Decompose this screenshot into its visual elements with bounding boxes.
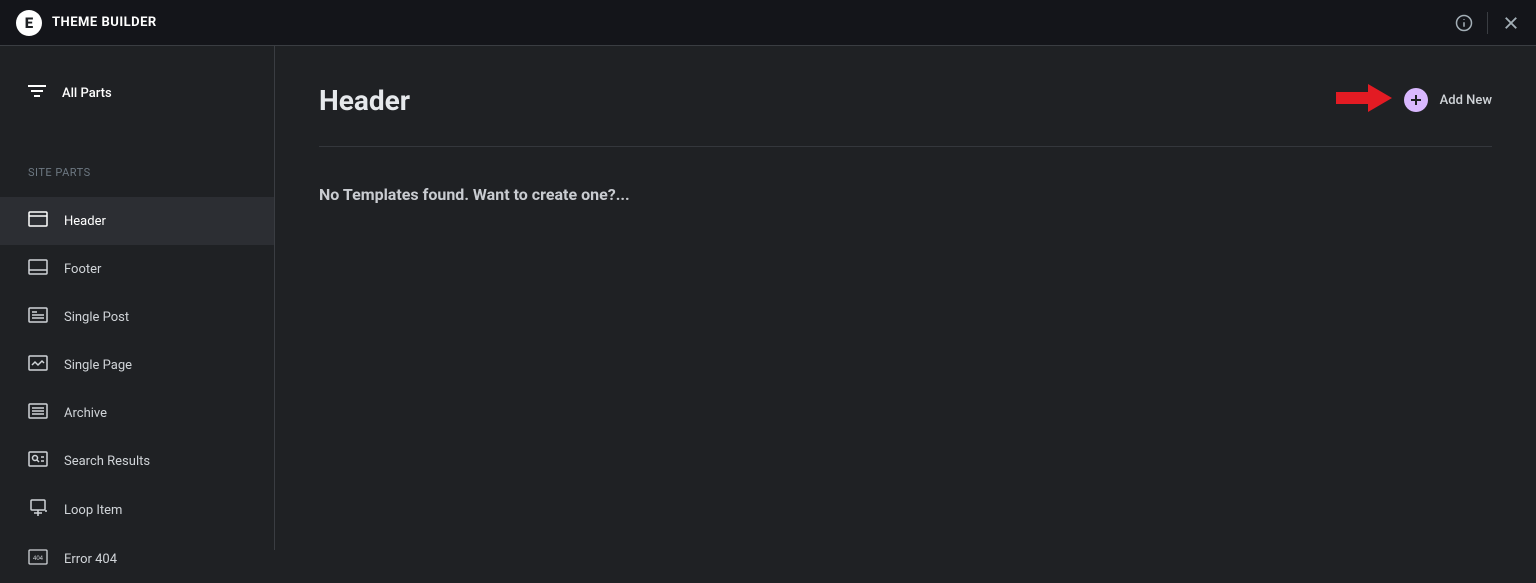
sidebar-item-label: Loop Item — [64, 503, 122, 518]
page-title: Header — [319, 84, 410, 117]
error-404-icon: 404 — [28, 549, 48, 569]
topbar-right — [1455, 12, 1520, 34]
sidebar-item-label: Footer — [64, 262, 101, 277]
sidebar-item-label: Error 404 — [64, 552, 117, 567]
all-parts-button[interactable]: All Parts — [0, 68, 274, 118]
elementor-logo[interactable]: E — [16, 10, 42, 36]
sidebar-item-error-404[interactable]: 404 Error 404 — [0, 535, 274, 583]
header-icon — [28, 211, 48, 231]
page-icon — [28, 355, 48, 375]
sidebar: All Parts SITE PARTS Header Footer — [0, 46, 275, 550]
plus-icon — [1404, 88, 1428, 112]
sidebar-item-label: Header — [64, 214, 106, 229]
main-content: Header Add New No — [275, 46, 1536, 550]
sidebar-item-footer[interactable]: Footer — [0, 245, 274, 293]
add-new-wrap: Add New — [1336, 82, 1492, 118]
sidebar-item-loop-item[interactable]: Loop Item — [0, 485, 274, 535]
empty-state-text: No Templates found. Want to create one?.… — [319, 147, 1492, 204]
archive-icon — [28, 403, 48, 423]
close-icon[interactable] — [1502, 14, 1520, 32]
topbar-left: E THEME BUILDER — [16, 10, 157, 36]
sidebar-item-label: Single Page — [64, 358, 132, 373]
topbar: E THEME BUILDER — [0, 0, 1536, 46]
sidebar-item-single-post[interactable]: Single Post — [0, 293, 274, 341]
footer-icon — [28, 259, 48, 279]
sidebar-item-search-results[interactable]: Search Results — [0, 437, 274, 485]
layout: All Parts SITE PARTS Header Footer — [0, 46, 1536, 550]
sidebar-item-archive[interactable]: Archive — [0, 389, 274, 437]
topbar-title: THEME BUILDER — [52, 15, 157, 30]
add-new-label: Add New — [1440, 93, 1492, 108]
svg-text:404: 404 — [33, 556, 44, 562]
post-icon — [28, 307, 48, 327]
add-new-button[interactable]: Add New — [1404, 88, 1492, 112]
help-icon[interactable] — [1455, 14, 1473, 32]
all-parts-label: All Parts — [62, 86, 112, 101]
sidebar-item-header[interactable]: Header — [0, 197, 274, 245]
sidebar-item-label: Search Results — [64, 454, 150, 469]
sidebar-section-label: SITE PARTS — [0, 118, 274, 197]
logo-letter: E — [25, 14, 33, 32]
sidebar-item-label: Single Post — [64, 310, 129, 325]
sidebar-item-single-page[interactable]: Single Page — [0, 341, 274, 389]
all-parts-icon — [28, 84, 46, 102]
main-header: Header Add New — [319, 82, 1492, 147]
sidebar-item-label: Archive — [64, 406, 107, 421]
topbar-divider — [1487, 12, 1488, 34]
search-results-icon — [28, 451, 48, 471]
arrow-right-annotation-icon — [1336, 82, 1392, 118]
loop-icon — [28, 499, 48, 521]
